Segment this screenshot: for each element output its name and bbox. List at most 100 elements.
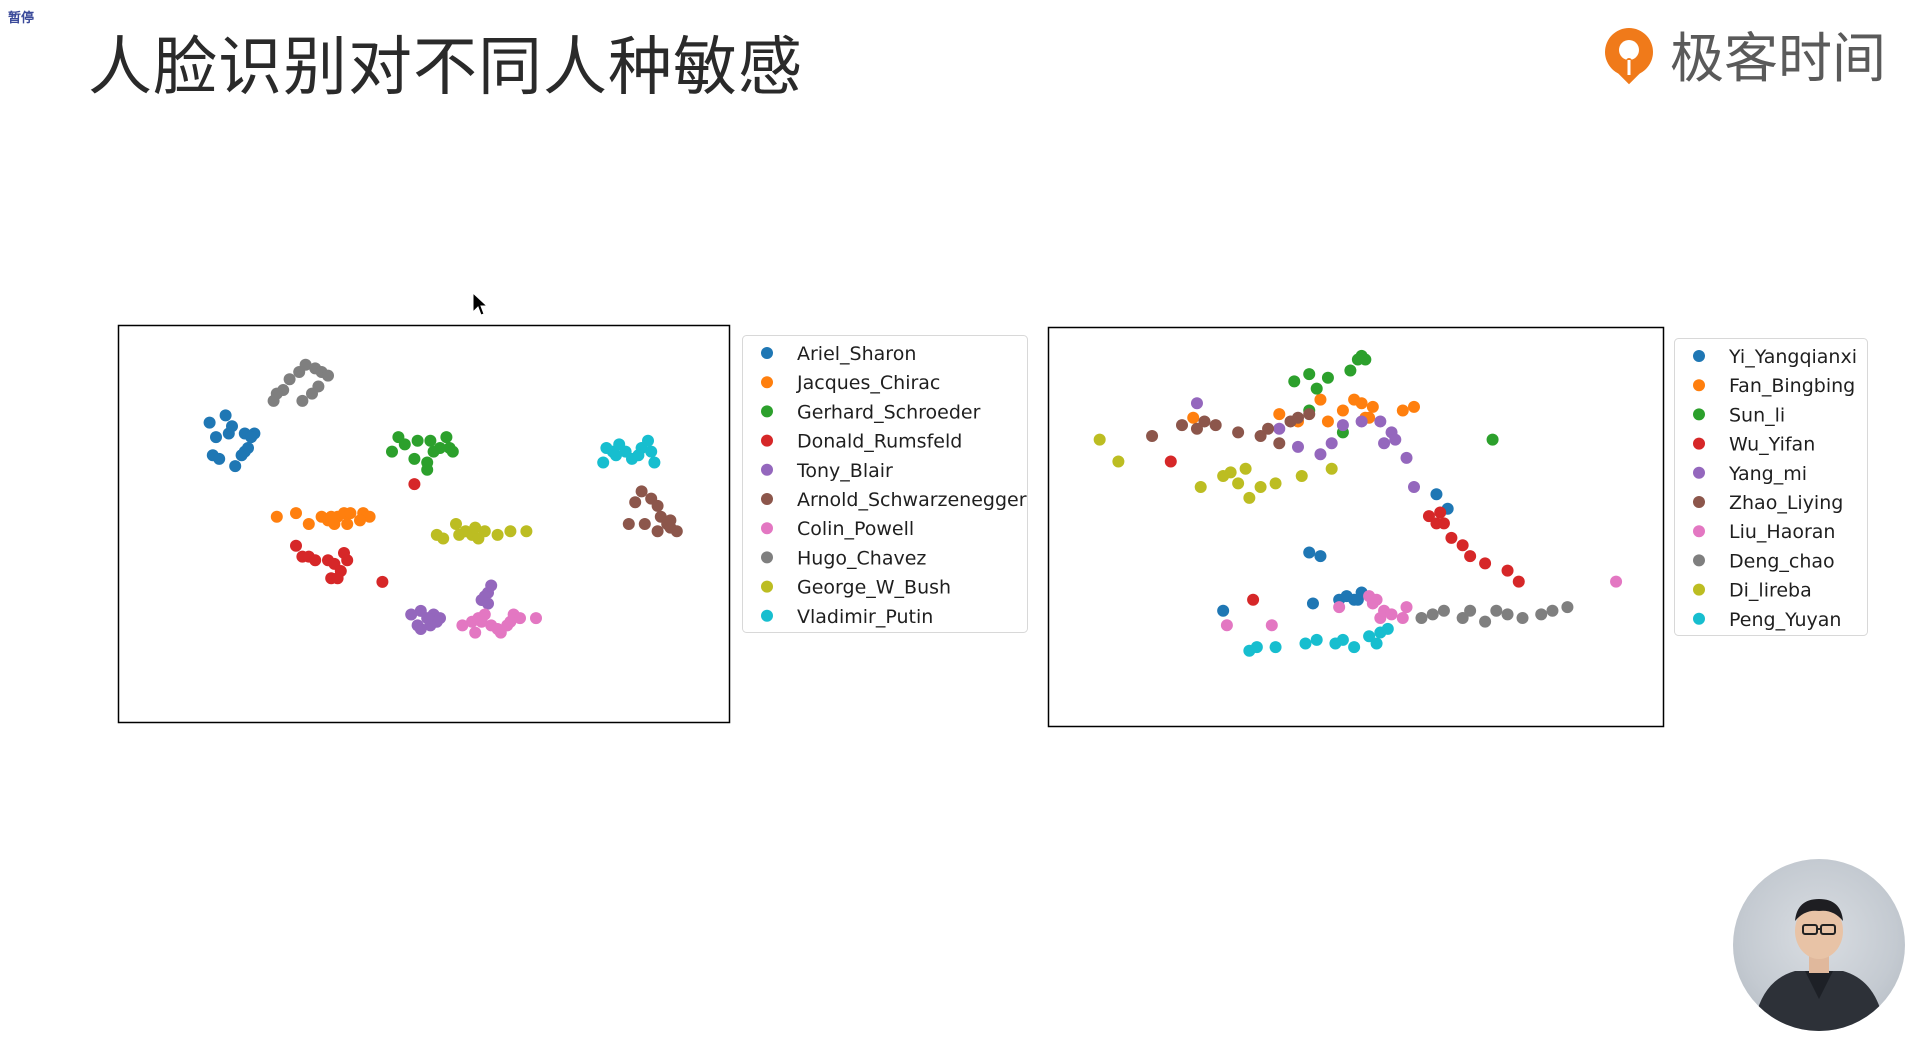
point-Peng_Yuyan-6 xyxy=(1336,633,1349,646)
point-Di_lireba-0 xyxy=(1093,433,1106,446)
point-Sun_li-3 xyxy=(1321,371,1334,384)
point-Yang_mi-11 xyxy=(1408,480,1420,493)
point-Liu_Haoran-9 xyxy=(1396,612,1409,624)
point-Deng_chao-8 xyxy=(1516,612,1529,624)
point-Sun_li-9 xyxy=(1486,433,1499,446)
legend-chinese: Yi_Yangqianxi Fan_Bingbing Sun_li Wu_Yifan Y… xyxy=(1674,338,1868,636)
point-Peng_Yuyan-10 xyxy=(1381,622,1394,635)
webcam-presenter-video xyxy=(1733,859,1905,1031)
point-Fan_Bingbing-10 xyxy=(1396,404,1409,417)
point-Fan_Bingbing-8 xyxy=(1366,400,1379,413)
point-Peng_Yuyan-3 xyxy=(1299,637,1312,650)
point-Yang_mi-5 xyxy=(1336,419,1349,432)
point-Donald_Rumsfeld-1 xyxy=(290,539,302,552)
legend-marker-Donald_Rumsfeld xyxy=(761,434,773,447)
legend-label-Ariel_Sharon: Ariel_Sharon xyxy=(797,343,916,365)
legend-marker-Yi_Yangqianxi xyxy=(1693,350,1705,362)
legend-marker-Colin_Powell xyxy=(761,522,773,535)
legend-label-Colin_Powell: Colin_Powell xyxy=(797,518,914,540)
point-Yang_mi-3 xyxy=(1314,448,1327,461)
point-Hugo_Chavez-9 xyxy=(306,387,318,400)
point-Arnold_Schwarzenegger-8 xyxy=(670,525,683,538)
point-Liu_Haoran-11 xyxy=(1610,575,1623,588)
point-Di_lireba-8 xyxy=(1269,477,1282,490)
point-Colin_Powell-12 xyxy=(475,615,488,628)
point-Gerhard_Schroeder-8 xyxy=(408,452,421,465)
legend-label-Hugo_Chavez: Hugo_Chavez xyxy=(797,547,926,569)
point-Yang_mi-9 xyxy=(1389,433,1402,446)
legend-label-Jacques_Chirac: Jacques_Chirac xyxy=(796,372,940,394)
point-Liu_Haoran-10 xyxy=(1400,601,1413,614)
point-Deng_chao-9 xyxy=(1535,608,1548,621)
point-Donald_Rumsfeld-11 xyxy=(331,572,344,585)
point-Gerhard_Schroeder-2 xyxy=(411,434,424,447)
scatter-chart-western xyxy=(117,324,731,724)
point-Vladimir_Putin-11 xyxy=(600,441,613,454)
point-Vladimir_Putin-7 xyxy=(648,456,661,469)
legend-label-Arnold_Schwarzenegger: Arnold_Schwarzenegger xyxy=(797,489,1027,511)
point-George_W_Bush-7 xyxy=(491,528,504,541)
point-Vladimir_Putin-8 xyxy=(642,434,654,447)
point-Jacques_Chirac-1 xyxy=(290,507,302,520)
point-Vladimir_Putin-0 xyxy=(597,456,610,469)
legend-label-Donald_Rumsfeld: Donald_Rumsfeld xyxy=(797,431,962,453)
point-Deng_chao-6 xyxy=(1490,604,1503,617)
point-Hugo_Chavez-7 xyxy=(322,369,334,382)
pause-tag: 暂停 xyxy=(8,11,35,26)
point-Zhao_Liying-3 xyxy=(1198,415,1211,428)
point-Fan_Bingbing-12 xyxy=(1314,393,1327,406)
point-Ariel_Sharon-1 xyxy=(213,452,226,465)
point-Yi_Yangqianxi-0 xyxy=(1217,604,1230,617)
point-Di_lireba-10 xyxy=(1325,462,1338,475)
point-Arnold_Schwarzenegger-11 xyxy=(622,518,635,530)
point-Ariel_Sharon-5 xyxy=(203,416,216,429)
point-Zhao_Liying-10 xyxy=(1303,408,1316,421)
point-Wu_Yifan-11 xyxy=(1512,575,1525,588)
point-Zhao_Liying-1 xyxy=(1176,419,1188,432)
point-George_W_Bush-8 xyxy=(504,525,517,538)
point-Jacques_Chirac-8 xyxy=(344,507,357,520)
point-Hugo_Chavez-2 xyxy=(283,373,296,386)
geektime-logo-icon xyxy=(1605,27,1653,84)
brand: 极客时间 xyxy=(1598,14,1886,93)
point-Vladimir_Putin-10 xyxy=(610,449,622,462)
legend-label-Di_lireba: Di_lireba xyxy=(1729,580,1812,602)
point-Deng_chao-2 xyxy=(1437,604,1450,617)
point-Donald_Rumsfeld-4 xyxy=(309,554,322,567)
point-Di_lireba-9 xyxy=(1295,470,1308,483)
plot-frame xyxy=(1047,326,1665,728)
point-Di_lireba-6 xyxy=(1243,491,1256,504)
point-Di_lireba-4 xyxy=(1224,466,1237,479)
point-Arnold_Schwarzenegger-10 xyxy=(638,518,651,530)
point-Arnold_Schwarzenegger-9 xyxy=(651,525,664,538)
point-Di_lireba-7 xyxy=(1254,480,1267,493)
point-Zhao_Liying-5 xyxy=(1232,426,1245,439)
point-Gerhard_Schroeder-0 xyxy=(386,445,398,458)
presenter-figure xyxy=(1753,899,1885,1031)
point-Gerhard_Schroeder-12 xyxy=(392,431,405,444)
point-Fan_Bingbing-6 xyxy=(1355,397,1368,410)
point-Di_lireba-1 xyxy=(1112,455,1125,468)
point-Arnold_Schwarzenegger-7 xyxy=(664,514,677,527)
point-Liu_Haoran-0 xyxy=(1220,619,1233,632)
legend-label-George_W_Bush: George_W_Bush xyxy=(797,577,951,599)
legend-marker-Zhao_Liying xyxy=(1693,496,1705,508)
point-Jacques_Chirac-2 xyxy=(302,518,315,530)
point-Peng_Yuyan-11 xyxy=(1370,637,1383,650)
point-Sun_li-0 xyxy=(1288,375,1301,388)
point-Zhao_Liying-11 xyxy=(1262,422,1275,435)
legend-marker-Liu_Haoran xyxy=(1693,525,1705,538)
legend-marker-Jacques_Chirac xyxy=(761,376,773,389)
point-Zhao_Liying-9 xyxy=(1292,411,1304,424)
point-Deng_chao-4 xyxy=(1464,604,1477,617)
point-Yi_Yangqianxi-1 xyxy=(1306,597,1319,610)
point-Deng_chao-1 xyxy=(1426,608,1439,621)
point-Vladimir_Putin-6 xyxy=(645,445,658,458)
point-Jacques_Chirac-0 xyxy=(270,510,283,523)
point-Peng_Yuyan-2 xyxy=(1269,641,1282,654)
legend-label-Sun_li: Sun_li xyxy=(1729,404,1785,426)
mouse-cursor-icon xyxy=(472,292,488,316)
legend-label-Tony_Blair: Tony_Blair xyxy=(796,460,893,482)
point-Wu_Yifan-8 xyxy=(1464,550,1477,563)
legend-marker-Di_lireba xyxy=(1693,583,1705,596)
